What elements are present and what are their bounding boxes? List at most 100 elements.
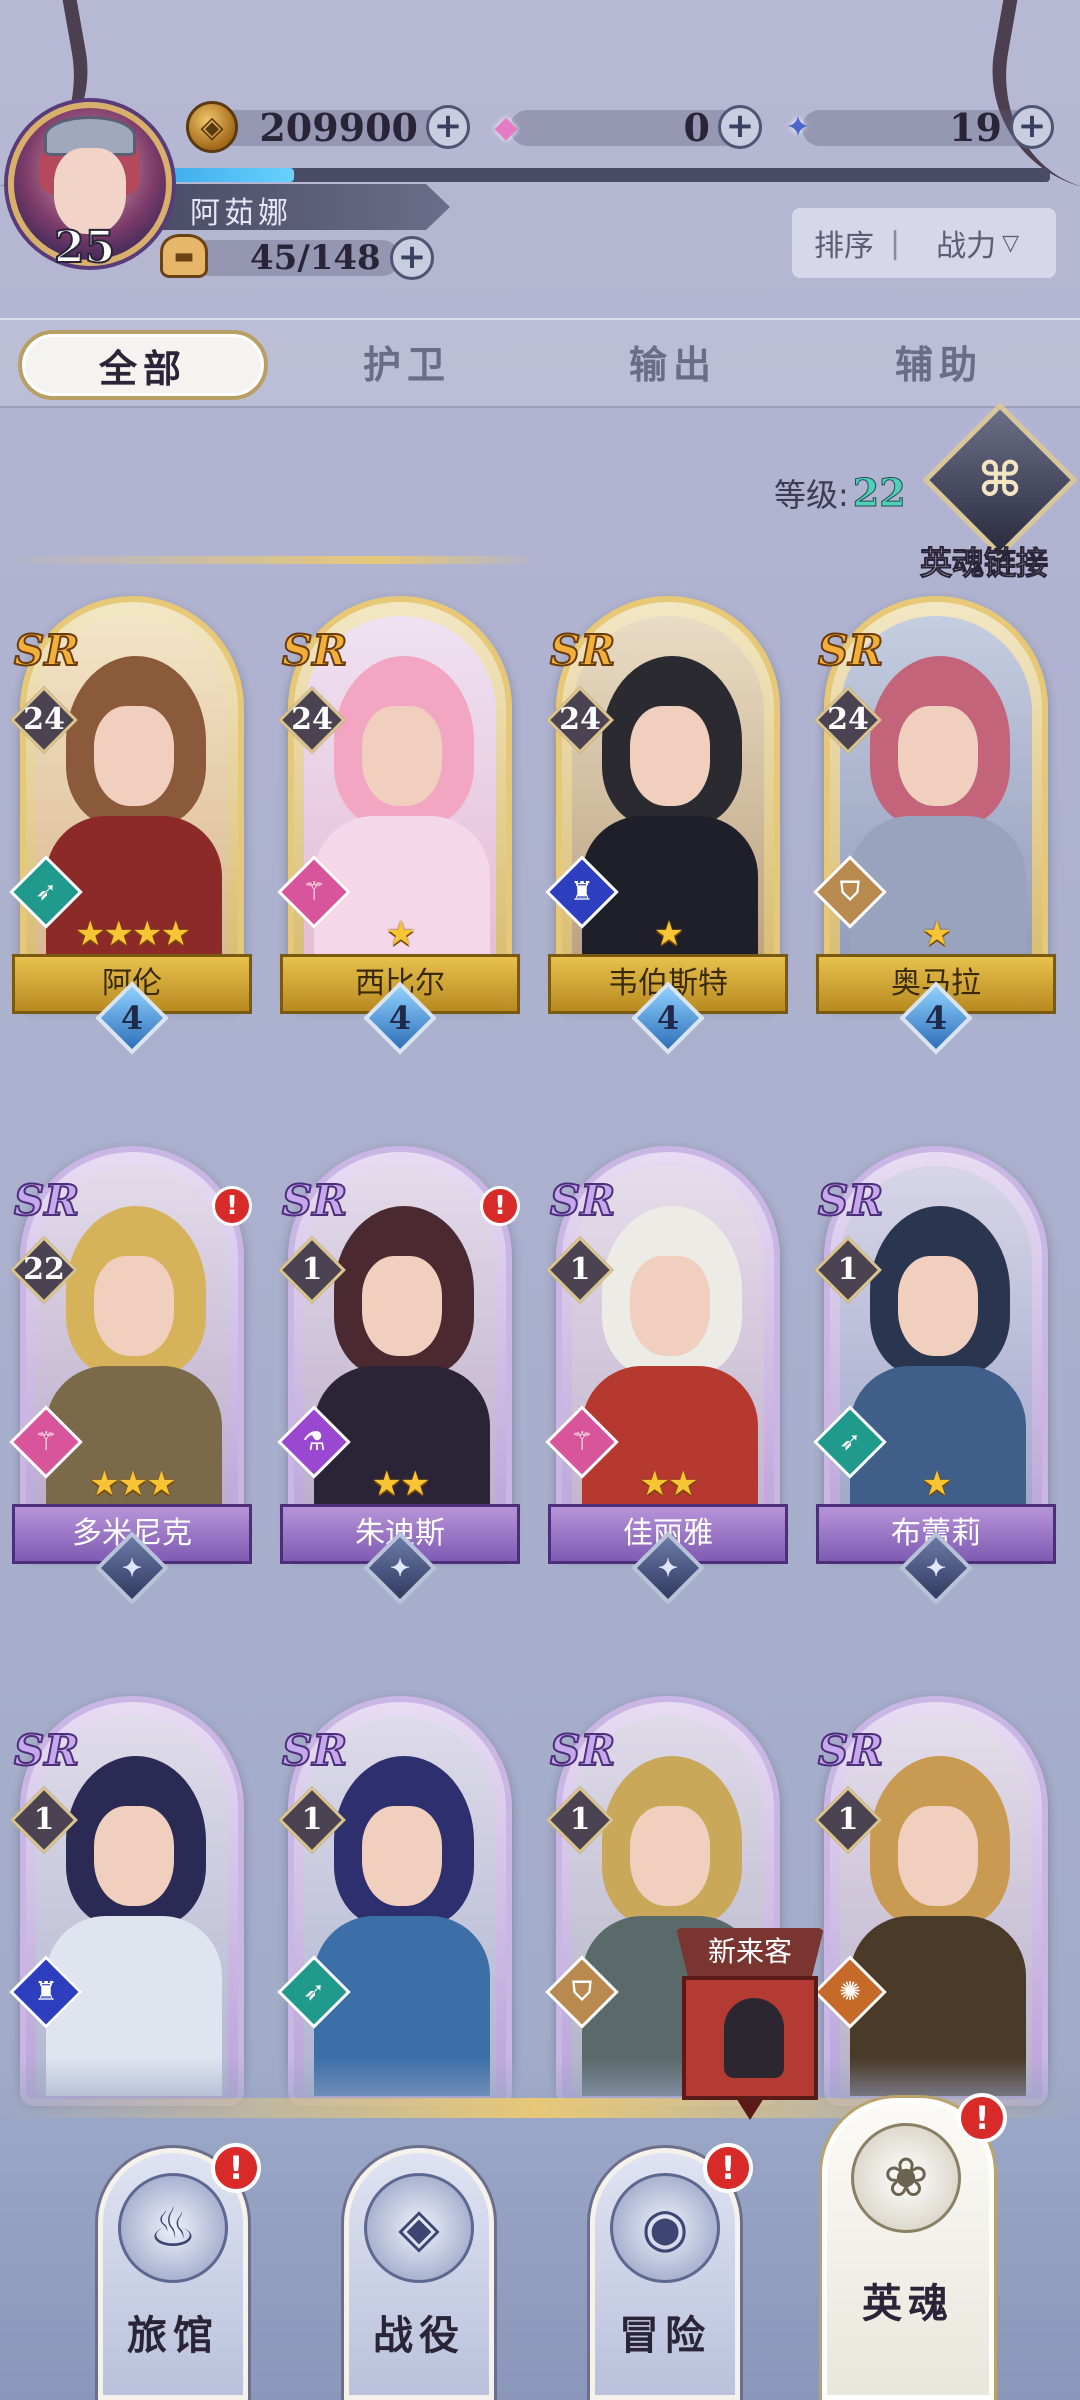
soul-link-level-label: 等级: — [774, 476, 849, 514]
new-visitor-portrait — [682, 1976, 818, 2100]
bow-icon: ➶ — [839, 1427, 861, 1457]
soul-link-label: 英魂链接 — [919, 544, 1049, 583]
rank-badge: SR — [281, 625, 348, 676]
hero-level: 1 — [837, 1802, 859, 1837]
portal-icon: ◉ — [610, 2173, 720, 2283]
hero-card[interactable]: SR 24 ⛉ ★ 奥马拉 4 — [813, 596, 1056, 1055]
nav-campaign[interactable]: ◈ 战役 — [344, 2148, 494, 2400]
rank-badge: SR — [817, 1175, 884, 1226]
tab-support[interactable]: 辅助 — [814, 330, 1064, 400]
alert-badge: ! — [211, 2143, 261, 2193]
hero-stars: ★★ — [639, 1464, 699, 1504]
soul-link-level-value: 22 — [852, 470, 906, 516]
shield-icon: ⛉ — [572, 1977, 592, 2007]
rank-badge: SR — [13, 1725, 80, 1776]
gem-resource: ◆ 0 + — [480, 102, 762, 152]
sort-label: 排序 — [814, 229, 874, 264]
staff-icon: ⚚ — [302, 877, 326, 907]
new-visitor-popup[interactable]: 新来客 — [676, 1928, 824, 2128]
alert-badge: ! — [480, 1186, 520, 1226]
hero-level: 1 — [569, 1802, 591, 1837]
hero-stars: ★ — [385, 914, 416, 954]
hero-level: 24 — [23, 702, 65, 737]
hero-card[interactable]: SR 22 ⚚ ★★★ 多米尼克 ✦ ! — [9, 1146, 252, 1605]
portrait-face — [630, 706, 710, 806]
tab-guard[interactable]: 护卫 — [282, 330, 532, 400]
gem-value: 0 — [683, 104, 710, 150]
portrait-face — [362, 1806, 442, 1906]
chevron-down-icon: ▽ — [1002, 230, 1020, 256]
portrait-face — [94, 1806, 174, 1906]
portrait-face — [362, 1256, 442, 1356]
player-name: 阿茹娜 — [190, 196, 292, 231]
hero-level: 1 — [569, 1252, 591, 1287]
rank-badge: SR — [817, 625, 884, 676]
mug-icon: ♨ — [118, 2173, 228, 2283]
rank-badge: SR — [281, 1725, 348, 1776]
tab-damage[interactable]: 输出 — [548, 330, 798, 400]
hero-card[interactable]: SR 1 ➶ — [277, 1696, 520, 2116]
xp-bar — [150, 168, 1050, 182]
shield-icon: ⛉ — [840, 877, 860, 907]
rank-badge: SR — [13, 1175, 80, 1226]
nav-adventure-label: 冒险 — [619, 2313, 711, 2359]
swirl-icon: ✺ — [839, 1977, 861, 2007]
gold-value: 209900 — [259, 104, 418, 150]
hero-card[interactable]: SR 1 ✺ — [813, 1696, 1056, 2116]
hero-level: 1 — [837, 1252, 859, 1287]
star-value: 19 — [949, 104, 1002, 150]
hero-card[interactable]: SR 1 ⚚ ★★ 佳丽雅 ✦ — [545, 1146, 788, 1605]
add-gem-button[interactable]: + — [718, 105, 762, 149]
staff-icon: ⚚ — [34, 1427, 58, 1457]
hero-card[interactable]: SR 1 ➶ ★ 布蕾莉 ✦ — [813, 1146, 1056, 1605]
rose-icon: ❀ — [851, 2123, 961, 2233]
role-filter-tabs: 全部 护卫 输出 辅助 — [0, 318, 1080, 408]
hat-icon: ♜ — [34, 1977, 58, 2007]
hero-stars: ★★★★ — [75, 914, 191, 954]
sort-dropdown[interactable]: 排序 | 战力 ▽ — [792, 208, 1056, 278]
bread-icon: ▬ — [160, 234, 208, 278]
hero-level: 24 — [291, 702, 333, 737]
rank-badge: SR — [549, 1175, 616, 1226]
awaken-star-icon: ✦ — [121, 1553, 143, 1582]
hero-stars: ★ — [921, 1464, 952, 1504]
hero-level: 1 — [33, 1802, 55, 1837]
hero-card[interactable]: SR 1 ⚗ ★★ 朱迪斯 ✦ ! — [277, 1146, 520, 1605]
nav-adventure[interactable]: ◉ 冒险 ! — [590, 2143, 753, 2400]
awaken-count: 4 — [120, 999, 144, 1037]
gem-icon: ◆ — [494, 109, 518, 145]
hero-level: 1 — [301, 1252, 323, 1287]
stamina-resource: ▬ 45/148 + — [160, 232, 440, 284]
banner-icon: ◈ — [364, 2173, 474, 2283]
add-stamina-button[interactable]: + — [390, 236, 434, 280]
new-visitor-label: 新来客 — [676, 1928, 824, 1976]
add-gold-button[interactable]: + — [426, 105, 470, 149]
player-level: 25 — [53, 221, 116, 274]
tab-all[interactable]: 全部 — [18, 330, 268, 400]
alert-badge: ! — [957, 2093, 1007, 2143]
hero-card[interactable]: SR 24 ♜ ★ 韦伯斯特 4 — [545, 596, 788, 1055]
portrait-face — [362, 706, 442, 806]
hero-stars: ★ — [653, 914, 684, 954]
awaken-count: 4 — [656, 999, 680, 1037]
rank-badge: SR — [549, 1725, 616, 1776]
portrait-face — [94, 706, 174, 806]
hero-stars: ★★ — [371, 1464, 431, 1504]
nav-heroes[interactable]: ❀ 英魂 ! — [822, 2093, 1007, 2400]
awaken-star-icon: ✦ — [389, 1553, 411, 1582]
alert-badge: ! — [212, 1186, 252, 1226]
rank-badge: SR — [281, 1175, 348, 1226]
nav-heroes-label: 英魂 — [862, 2281, 954, 2327]
add-star-button[interactable]: + — [1010, 105, 1054, 149]
hat-icon: ♜ — [570, 877, 594, 907]
hero-card[interactable]: SR 1 ♜ — [9, 1696, 252, 2116]
nav-tavern-label: 旅馆 — [127, 2313, 219, 2359]
gold-resource: ◈ 209900 + — [186, 101, 470, 153]
hero-card[interactable]: SR 24 ⚚ ★ 西比尔 4 — [277, 596, 520, 1055]
rank-badge: SR — [13, 625, 80, 676]
coin-icon: ◈ — [186, 101, 238, 153]
nav-campaign-label: 战役 — [373, 2313, 465, 2359]
nav-tavern[interactable]: ♨ 旅馆 ! — [98, 2143, 261, 2400]
hero-card[interactable]: SR 24 ➶ ★★★★ 阿伦 4 — [9, 596, 252, 1055]
awaken-count: 4 — [924, 999, 948, 1037]
